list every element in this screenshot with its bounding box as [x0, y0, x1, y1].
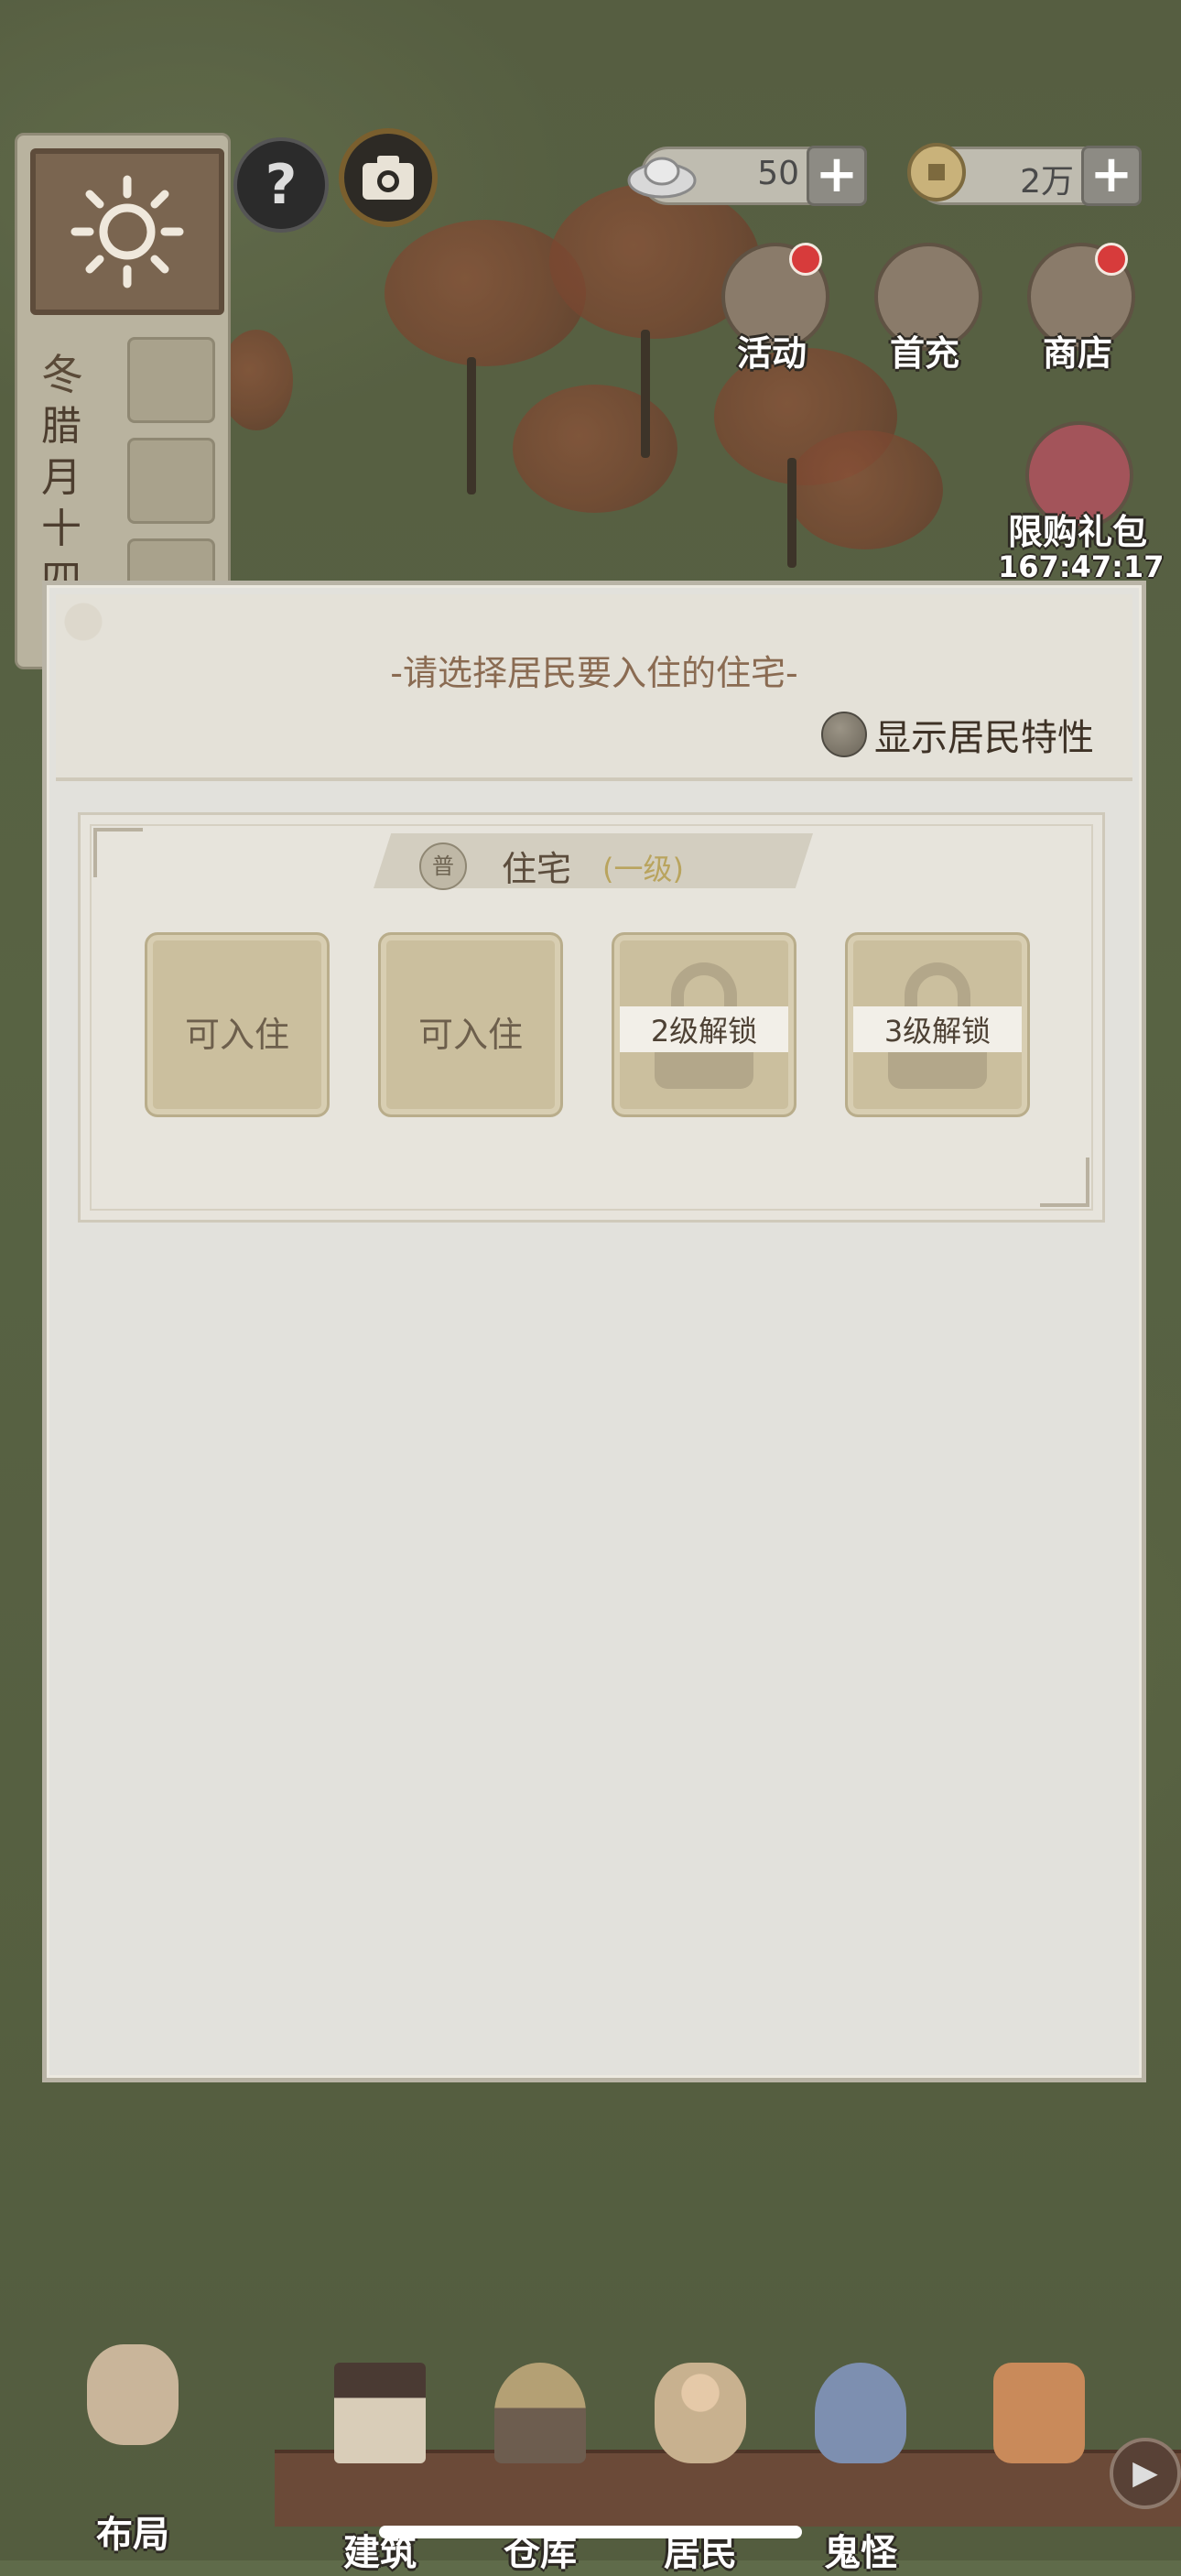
corner-ornament — [93, 828, 143, 877]
dialog-title: -请选择居民要入住的住宅- — [390, 653, 798, 693]
question-icon: ? — [265, 153, 298, 217]
weather-box — [30, 148, 224, 315]
lantern-icon — [993, 2363, 1085, 2463]
layout-button[interactable]: 布局 — [64, 2344, 201, 2556]
build-button[interactable]: 建筑 — [311, 2363, 449, 2574]
monsters-label: 鬼怪 — [824, 2532, 897, 2574]
section-level: (一级) — [602, 852, 684, 886]
lunar-date: 腊月十四 — [41, 403, 81, 603]
silver-value: 50 — [757, 155, 799, 192]
house-slot-locked[interactable]: 2级解锁 — [612, 932, 796, 1117]
shop-button[interactable]: 商店 — [1018, 243, 1137, 374]
layout-icon — [87, 2344, 179, 2445]
house-icon — [334, 2363, 426, 2463]
house-slot-locked[interactable]: 3级解锁 — [845, 932, 1030, 1117]
silver-counter: 50 + — [627, 146, 867, 206]
crop-slot-corn[interactable] — [127, 337, 215, 423]
limited-pack-button[interactable]: 限购礼包 — [1000, 421, 1155, 552]
lanterns-decoration — [970, 2363, 1108, 2546]
add-coins-button[interactable]: + — [1081, 146, 1142, 206]
corner-ornament — [1040, 1158, 1089, 1207]
slot-status: 可入住 — [417, 1015, 523, 1055]
first-recharge-label: 首充 — [889, 333, 959, 374]
copper-coin-icon — [907, 143, 966, 201]
silver-ingot-icon — [627, 157, 697, 199]
limited-pack-label: 限购礼包 — [1007, 512, 1147, 552]
warehouse-icon — [494, 2363, 586, 2463]
toggle-label: 显示居民特性 — [874, 717, 1094, 759]
camera-button[interactable] — [339, 128, 438, 227]
notification-dot — [789, 243, 822, 276]
show-traits-toggle[interactable]: 显示居民特性 — [821, 708, 1114, 759]
residents-button[interactable]: 居民 — [632, 2363, 769, 2574]
monsters-button[interactable]: 鬼怪 — [792, 2363, 929, 2574]
toggle-radio-icon[interactable] — [821, 712, 867, 757]
house-slot-available[interactable]: 可入住 — [378, 932, 563, 1117]
resident-icon — [655, 2363, 746, 2463]
coin-value: 2万 — [1020, 163, 1074, 201]
section-name: 住宅 — [502, 849, 572, 889]
first-recharge-button[interactable]: 首充 — [865, 243, 984, 374]
dialog-header: -请选择居民要入住的住宅- 显示居民特性 — [56, 594, 1132, 781]
ghost-icon — [815, 2363, 906, 2463]
coin-counter: 2万 + — [907, 143, 1142, 206]
pack-timer: 167:47:17 — [998, 549, 1165, 584]
season-label: 冬 — [41, 350, 83, 399]
unlock-requirement: 2级解锁 — [620, 1006, 788, 1052]
layout-label: 布局 — [96, 2514, 169, 2556]
sun-icon — [70, 175, 184, 288]
bottom-nav: 布局 建筑 仓库 居民 鬼怪 ▶ — [0, 2308, 1181, 2574]
shop-label: 商店 — [1042, 333, 1112, 374]
crop-slot-wheat[interactable] — [127, 438, 215, 524]
activity-button[interactable]: 活动 — [712, 243, 831, 374]
house-select-dialog: -请选择居民要入住的住宅- 显示居民特性 普 住宅 (一级) 可入住 可入住 2… — [42, 581, 1146, 2082]
house-slot-available[interactable]: 可入住 — [145, 932, 330, 1117]
activity-label: 活动 — [736, 333, 807, 374]
common-grade-badge: 普 — [419, 842, 467, 890]
slot-status: 可入住 — [184, 1015, 289, 1055]
next-page-button[interactable]: ▶ — [1110, 2438, 1181, 2509]
warehouse-button[interactable]: 仓库 — [471, 2363, 609, 2574]
help-button[interactable]: ? — [233, 137, 329, 233]
add-silver-button[interactable]: + — [807, 146, 867, 206]
unlock-requirement: 3级解锁 — [853, 1006, 1022, 1052]
residence-section: 普 住宅 (一级) 可入住 可入住 2级解锁 3级解锁 — [78, 812, 1105, 1223]
home-indicator[interactable] — [379, 2526, 802, 2538]
notification-dot — [1095, 243, 1128, 276]
camera-icon — [363, 156, 414, 200]
